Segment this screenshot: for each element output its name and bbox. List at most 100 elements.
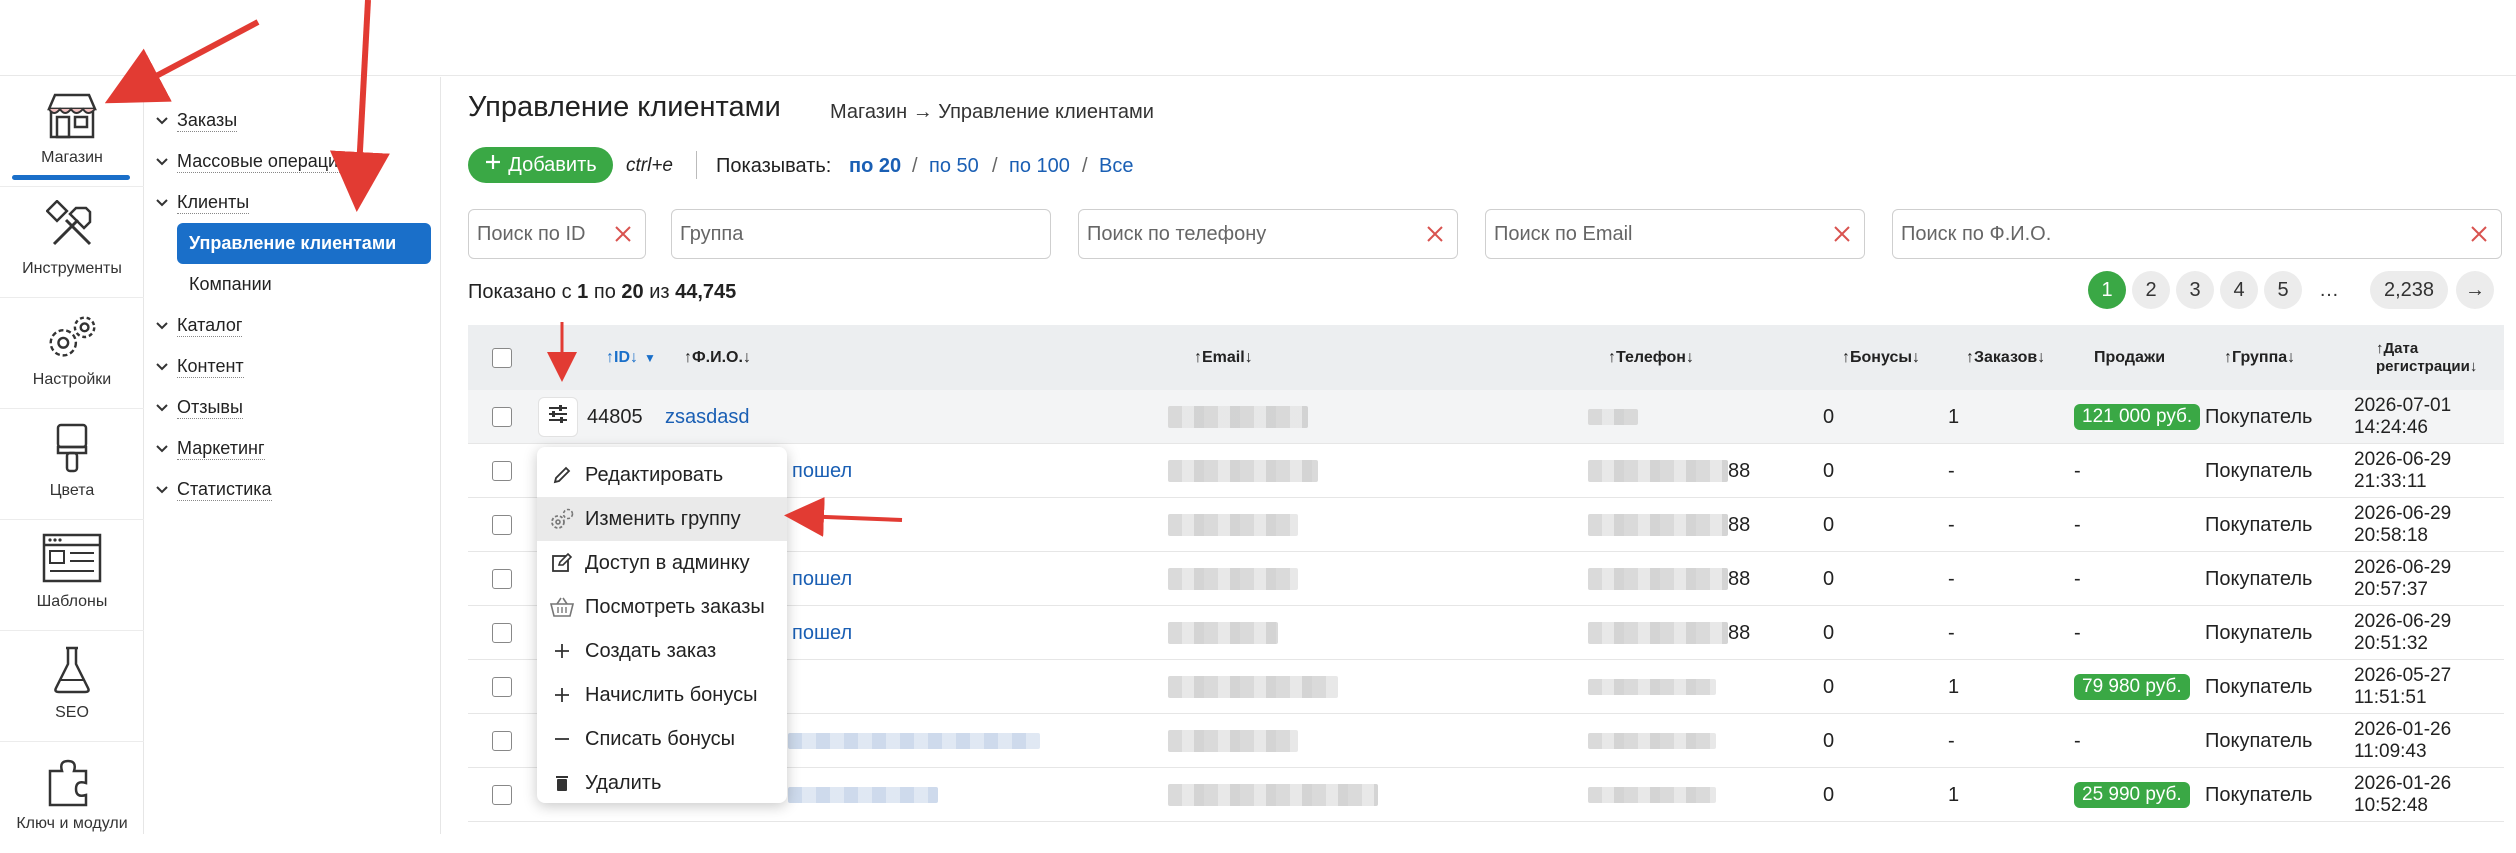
cell-group: Покупатель <box>2205 513 2313 536</box>
tree-item-orders[interactable]: Заказы <box>145 100 440 141</box>
menu-item-view-orders[interactable]: Посмотреть заказы <box>537 585 787 629</box>
menu-item-remove-bonus[interactable]: Списать бонусы <box>537 717 787 761</box>
rail-item-tools[interactable]: Инструменты <box>0 188 144 298</box>
col-email[interactable]: ↑Email↓ <box>1194 325 1253 390</box>
rail-item-seo[interactable]: SEO <box>0 632 144 742</box>
redacted-email <box>1168 406 1308 428</box>
page-2[interactable]: 2 <box>2132 271 2170 309</box>
add-client-button[interactable]: Добавить <box>468 147 613 183</box>
tree-item-bulk[interactable]: Массовые операции <box>145 141 440 182</box>
rail-item-shop[interactable]: Магазин <box>0 77 144 187</box>
menu-item-label: Начислить бонусы <box>585 683 758 706</box>
cell-fio[interactable]: zsasdasd <box>665 390 750 444</box>
tree-item-reviews[interactable]: Отзывы <box>145 387 440 428</box>
cell-date-day: 2026-06-29 <box>2354 503 2452 524</box>
menu-item-admin-access[interactable]: Доступ в админку <box>537 541 787 585</box>
close-icon[interactable] <box>1832 224 1852 244</box>
tree-item-clients[interactable]: Клиенты <box>145 182 440 223</box>
per-page-separator: / <box>912 155 918 177</box>
tree-item-label: Каталог <box>177 314 243 337</box>
redacted-email <box>1168 784 1378 806</box>
page-3[interactable]: 3 <box>2176 271 2214 309</box>
puzzle-icon <box>42 753 102 809</box>
per-page-20[interactable]: по 20 <box>849 155 901 178</box>
col-orders[interactable]: ↑Заказов↓ <box>1966 325 2045 390</box>
col-phone[interactable]: ↑Телефон↓ <box>1608 325 1694 390</box>
row-checkbox[interactable] <box>492 623 512 643</box>
per-page-separator: / <box>992 155 998 177</box>
sales-badge: 79 980 руб. <box>2074 674 2190 700</box>
cell-fio[interactable]: пошел <box>792 606 852 660</box>
row-checkbox[interactable] <box>492 407 512 427</box>
col-id[interactable]: ↑ID↓ ▼ <box>606 325 656 390</box>
table-header: ↑ID↓ ▼ ↑Ф.И.О.↓ ↑Email↓ ↑Телефон↓ ↑Бонусы… <box>468 325 2504 390</box>
rail-item-modules[interactable]: Ключ и модули <box>0 743 144 853</box>
row-checkbox[interactable] <box>492 569 512 589</box>
cell-date-time: 14:24:46 <box>2354 417 2428 438</box>
menu-item-change-group[interactable]: Изменить группу <box>537 497 787 541</box>
tree-item-clients-manage[interactable]: Управление клиентами <box>177 223 431 264</box>
per-page-50[interactable]: по 50 <box>929 155 979 178</box>
icon-rail: Магазин Инструменты Настройки Цвета Шабл… <box>0 77 144 834</box>
close-icon[interactable] <box>2469 224 2489 244</box>
filter-placeholder: Поиск по ID <box>477 222 586 245</box>
row-checkbox[interactable] <box>492 785 512 805</box>
select-all-checkbox[interactable] <box>492 325 512 390</box>
menu-item-create-order[interactable]: Создать заказ <box>537 629 787 673</box>
chevron-down-icon <box>155 360 169 374</box>
rail-item-label: SEO <box>55 704 89 721</box>
filter-id-input[interactable]: Поиск по ID <box>468 209 646 259</box>
page-4[interactable]: 4 <box>2220 271 2258 309</box>
breadcrumb[interactable]: Магазин → Управление клиентами <box>830 101 1154 124</box>
menu-item-add-bonus[interactable]: Начислить бонусы <box>537 673 787 717</box>
row-checkbox[interactable] <box>492 461 512 481</box>
rail-item-templates[interactable]: Шаблоны <box>0 521 144 631</box>
table-row[interactable]: 44805 zsasdasd 0 1 121 000 руб. Покупате… <box>468 390 2504 444</box>
col-date-label: ↑Дата <box>2376 339 2419 357</box>
tree-item-catalog[interactable]: Каталог <box>145 305 440 346</box>
next-page-button[interactable]: → <box>2456 271 2494 309</box>
checkbox[interactable] <box>492 347 512 368</box>
filter-phone-input[interactable]: Поиск по телефону <box>1078 209 1458 259</box>
menu-item-edit[interactable]: Редактировать <box>537 453 787 497</box>
filter-fio-input[interactable]: Поиск по Ф.И.О. <box>1892 209 2502 259</box>
per-page-all[interactable]: Все <box>1099 155 1133 178</box>
col-date[interactable]: ↑Дата регистрации↓ <box>2376 325 2477 390</box>
tree-item-marketing[interactable]: Маркетинг <box>145 428 440 469</box>
cell-date-time: 20:58:18 <box>2354 525 2428 546</box>
per-page-separator: / <box>1082 155 1088 177</box>
rail-item-colors[interactable]: Цвета <box>0 410 144 520</box>
redacted-phone <box>1588 733 1716 749</box>
summary-from: 1 <box>577 281 589 303</box>
tree-item-content[interactable]: Контент <box>145 346 440 387</box>
redacted-phone <box>1588 514 1728 536</box>
cell-fio[interactable]: пошел <box>792 444 852 498</box>
page-1[interactable]: 1 <box>2088 271 2126 309</box>
filter-email-input[interactable]: Поиск по Email <box>1485 209 1865 259</box>
menu-item-delete[interactable]: Удалить <box>537 761 787 805</box>
rail-item-settings[interactable]: Настройки <box>0 299 144 409</box>
sales-badge: 25 990 руб. <box>2074 782 2190 808</box>
chevron-down-icon <box>155 155 169 169</box>
row-actions-button[interactable] <box>538 397 578 437</box>
row-checkbox[interactable] <box>492 731 512 751</box>
cell-fio[interactable]: пошел <box>792 552 852 606</box>
nav-tree: Заказы Массовые операции Клиенты Управле… <box>145 77 441 834</box>
filter-group-input[interactable]: Группа <box>671 209 1051 259</box>
page-5[interactable]: 5 <box>2264 271 2302 309</box>
cell-phone-tail: 88 <box>1728 621 1751 644</box>
col-bonus[interactable]: ↑Бонусы↓ <box>1842 325 1920 390</box>
page-last[interactable]: 2,238 <box>2370 271 2448 309</box>
rail-item-label: Настройки <box>32 371 112 388</box>
per-page-100[interactable]: по 100 <box>1009 155 1070 178</box>
cell-date: 2026-07-01 14:24:46 <box>2354 390 2451 444</box>
close-icon[interactable] <box>613 224 633 244</box>
tree-item-stats[interactable]: Статистика <box>145 469 440 510</box>
cell-bonus: 0 <box>1823 567 1835 590</box>
col-group[interactable]: ↑Группа↓ <box>2224 325 2295 390</box>
tree-item-companies[interactable]: Компании <box>177 264 440 305</box>
col-fio[interactable]: ↑Ф.И.О.↓ <box>684 325 751 390</box>
close-icon[interactable] <box>1425 224 1445 244</box>
row-checkbox[interactable] <box>492 677 512 697</box>
row-checkbox[interactable] <box>492 515 512 535</box>
